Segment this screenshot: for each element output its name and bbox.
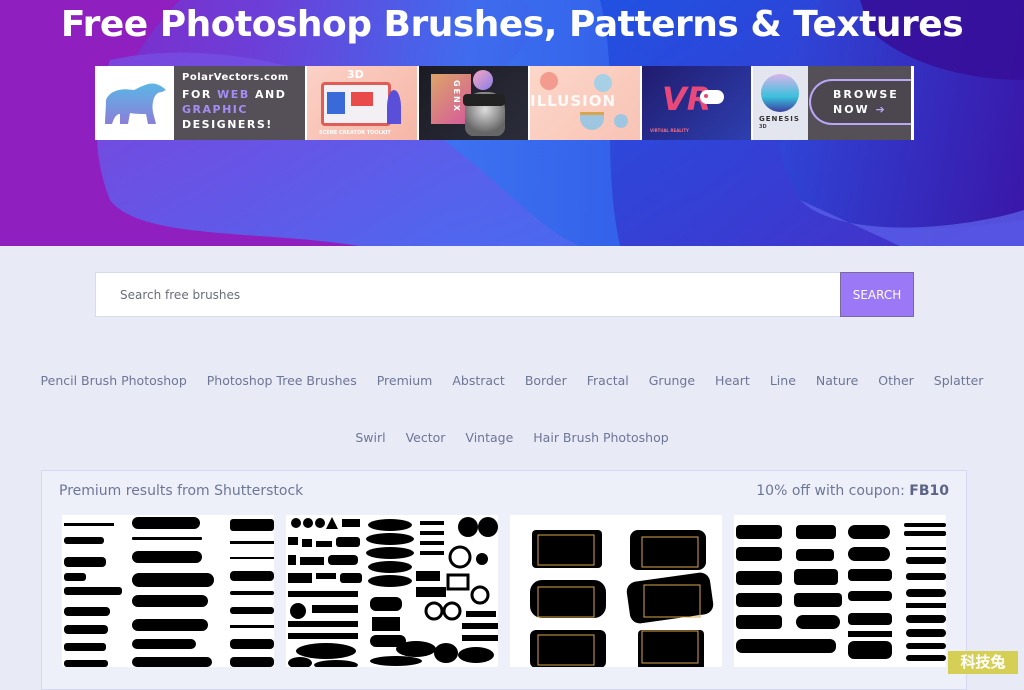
result-thumbnail[interactable] bbox=[62, 515, 274, 667]
result-thumbnail[interactable] bbox=[510, 515, 722, 667]
banner-text-panel: PolarVectors.com FOR WEB AND GRAPHIC DES… bbox=[174, 66, 305, 140]
tag-list-row-1: Pencil Brush Photoshop Photoshop Tree Br… bbox=[0, 373, 1024, 388]
tag-link[interactable]: Swirl bbox=[355, 430, 385, 445]
banner-highlight: WEB bbox=[217, 88, 250, 101]
search-input[interactable] bbox=[95, 272, 840, 317]
tag-list-row-2: Swirl Vector Vintage Hair Brush Photosho… bbox=[0, 430, 1024, 445]
tile-label: GENESIS bbox=[759, 115, 800, 123]
paint-strokes-image bbox=[736, 523, 946, 661]
tag-link[interactable]: Vector bbox=[406, 430, 446, 445]
banner-line-3: DESIGNERS! bbox=[182, 118, 273, 131]
now-label: NOW bbox=[833, 103, 870, 116]
tag-link[interactable]: Line bbox=[770, 373, 796, 388]
search-button[interactable]: SEARCH bbox=[840, 272, 914, 317]
tag-link[interactable]: Fractal bbox=[587, 373, 629, 388]
coupon-code: FB10 bbox=[909, 483, 949, 499]
banner-tile-vr[interactable]: VR VIRTUAL REALITY bbox=[642, 66, 751, 140]
brush-frames-image bbox=[530, 530, 714, 667]
tile-label: 3D bbox=[347, 68, 364, 81]
browse-label: BROWSE bbox=[833, 88, 899, 101]
tag-link[interactable]: Heart bbox=[715, 373, 750, 388]
browse-now-line: NOW ➔ bbox=[833, 102, 911, 117]
brush-strokes-image bbox=[64, 517, 274, 667]
tag-link[interactable]: Border bbox=[525, 373, 567, 388]
banner-line-1: FOR WEB AND bbox=[182, 87, 297, 102]
arrow-right-icon: ➔ bbox=[875, 103, 885, 116]
banner-line-2: GRAPHIC bbox=[182, 103, 248, 116]
tile-caption: 3D bbox=[759, 124, 767, 130]
banner-tile-genx[interactable]: GENX bbox=[419, 66, 528, 140]
tag-link[interactable]: Abstract bbox=[452, 373, 504, 388]
polar-bear-logo bbox=[95, 66, 174, 140]
coupon-notice: 10% off with coupon: FB10 bbox=[756, 483, 949, 499]
coupon-text: 10% off with coupon: bbox=[756, 483, 910, 499]
polarvectors-ad-banner[interactable]: PolarVectors.com FOR WEB AND GRAPHIC DES… bbox=[95, 66, 914, 140]
results-heading: Premium results from Shutterstock bbox=[59, 483, 304, 499]
grunge-shapes-image bbox=[288, 517, 498, 667]
banner-tile-illusion[interactable]: ILLUSION bbox=[530, 66, 640, 140]
tag-link[interactable]: Nature bbox=[816, 373, 858, 388]
tag-link[interactable]: Grunge bbox=[649, 373, 695, 388]
tag-link[interactable]: Hair Brush Photoshop bbox=[533, 430, 668, 445]
tile-label: GENX bbox=[452, 80, 461, 113]
site-watermark: 科技兔 bbox=[948, 651, 1018, 674]
tag-link[interactable]: Splatter bbox=[934, 373, 984, 388]
tag-link[interactable]: Other bbox=[878, 373, 914, 388]
banner-tile-3d-scene[interactable]: 3D SCENE CREATOR TOOLKIT bbox=[307, 66, 417, 140]
hero-banner: Free Photoshop Brushes, Patterns & Textu… bbox=[0, 0, 1024, 246]
shutterstock-results-panel: Premium results from Shutterstock 10% of… bbox=[41, 470, 967, 690]
tag-link[interactable]: Premium bbox=[377, 373, 433, 388]
tile-caption: SCENE CREATOR TOOLKIT bbox=[319, 130, 391, 136]
results-header: Premium results from Shutterstock 10% of… bbox=[59, 483, 949, 499]
result-thumbnail[interactable] bbox=[286, 515, 498, 667]
result-thumbnail[interactable] bbox=[734, 515, 946, 667]
tag-link[interactable]: Vintage bbox=[465, 430, 513, 445]
results-thumbnails bbox=[62, 515, 958, 667]
browse-now-button[interactable]: BROWSE NOW ➔ bbox=[809, 79, 911, 125]
page-title: Free Photoshop Brushes, Patterns & Textu… bbox=[60, 4, 964, 45]
tile-label: ILLUSION bbox=[530, 92, 617, 110]
polar-bear-icon bbox=[104, 83, 166, 124]
search-bar: SEARCH bbox=[95, 272, 914, 317]
banner-text: FOR bbox=[182, 88, 218, 101]
banner-site-name: PolarVectors.com bbox=[182, 72, 289, 83]
tag-link[interactable]: Photoshop Tree Brushes bbox=[207, 373, 357, 388]
tag-link[interactable]: Pencil Brush Photoshop bbox=[41, 373, 187, 388]
banner-text: AND bbox=[249, 88, 287, 101]
banner-tile-genesis[interactable]: GENESIS 3D BROWSE NOW ➔ bbox=[753, 66, 911, 140]
tile-caption: VIRTUAL REALITY bbox=[650, 128, 689, 133]
